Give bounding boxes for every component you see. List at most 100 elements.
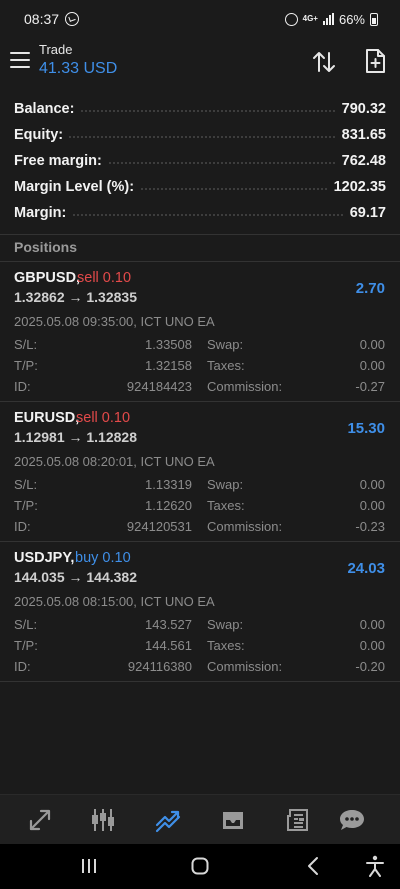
id-label: ID: — [14, 519, 31, 534]
summary-balance: Balance: 790.32 — [0, 96, 400, 122]
position-row[interactable]: USDJPY, buy 0.10 144.035 → 144.382 24.03… — [0, 542, 400, 682]
position-profit: 2.70 — [355, 280, 385, 297]
summary-label: Margin: — [14, 205, 73, 221]
home-button[interactable] — [186, 854, 214, 878]
id-label: ID: — [14, 659, 31, 674]
back-button[interactable] — [299, 854, 327, 878]
status-bar: 08:37 4G+ 66% — [0, 0, 400, 38]
new-order-icon[interactable] — [364, 48, 386, 74]
swap-value: 0.00 — [359, 477, 385, 492]
sl-value: 143.527 — [145, 617, 192, 632]
summary-value: 831.65 — [335, 127, 386, 143]
position-prices: 144.035 → 144.382 — [14, 569, 137, 585]
header-profit: 41.33 USD — [39, 60, 118, 77]
swap-value: 0.00 — [359, 337, 385, 352]
recents-icon — [82, 859, 96, 873]
swap-label: Swap: — [207, 337, 244, 352]
commission-value: -0.20 — [355, 659, 385, 674]
position-meta: 2025.05.08 09:35:00, ICT UNO EA — [14, 314, 215, 329]
position-meta: 2025.05.08 08:15:00, ICT UNO EA — [14, 594, 215, 609]
summary-label: Equity: — [14, 127, 70, 143]
home-icon — [191, 857, 209, 875]
nav-history[interactable] — [218, 805, 248, 835]
position-side: buy 0.10 — [75, 550, 131, 566]
tp-value: 1.12620 — [145, 498, 192, 513]
taxes-value: 0.00 — [359, 498, 385, 513]
summary-margin-level: Margin Level (%): 1202.35 — [0, 174, 400, 200]
sl-label: S/L: — [14, 477, 38, 492]
accessibility-icon — [366, 855, 384, 877]
status-time: 08:37 — [24, 11, 60, 27]
network-badge: 4G+ — [302, 14, 318, 23]
nav-chat[interactable] — [337, 805, 367, 835]
bottom-nav — [0, 794, 400, 844]
commission-value: -0.27 — [355, 379, 385, 394]
app-header: Trade 41.33 USD — [0, 38, 400, 88]
divider — [0, 234, 400, 235]
signal-icon — [322, 13, 334, 25]
account-summary: Balance: 790.32 Equity: 831.65 Free marg… — [0, 96, 400, 226]
positions-title: Positions — [14, 239, 78, 255]
position-side: sell 0.10 — [77, 270, 132, 286]
swap-label: Swap: — [207, 617, 244, 632]
recents-button[interactable] — [75, 854, 103, 878]
battery-percent: 66% — [338, 11, 365, 27]
system-nav — [0, 844, 400, 889]
swap-label: Swap: — [207, 477, 244, 492]
back-icon — [308, 857, 318, 875]
position-symbol: USDJPY, — [14, 550, 75, 566]
position-profit: 15.30 — [347, 420, 385, 437]
summary-label: Balance: — [14, 101, 81, 117]
position-prices: 1.12981 → 1.12828 — [14, 429, 137, 445]
tp-value: 144.561 — [145, 638, 192, 653]
id-value: 924120531 — [126, 519, 192, 534]
nav-chart[interactable] — [88, 805, 118, 835]
trade-icon — [155, 810, 181, 833]
position-symbol: GBPUSD, — [14, 270, 81, 286]
sort-icon[interactable] — [311, 50, 337, 74]
news-icon — [287, 809, 308, 831]
summary-value: 69.17 — [343, 205, 386, 221]
summary-label: Free margin: — [14, 153, 108, 169]
position-symbol: EURUSD, — [14, 410, 80, 426]
nav-trade[interactable] — [153, 805, 183, 835]
commission-value: -0.23 — [355, 519, 385, 534]
tp-label: T/P: — [14, 498, 38, 513]
position-row[interactable]: GBPUSD, sell 0.10 1.32862 → 1.32835 2.70… — [0, 262, 400, 402]
position-details: S/L: 1.13319 Swap: 0.00 T/P: 1.12620 Tax… — [0, 475, 400, 538]
summary-free-margin: Free margin: 762.48 — [0, 148, 400, 174]
nav-quotes[interactable] — [25, 805, 55, 835]
menu-icon[interactable] — [10, 52, 30, 68]
swap-value: 0.00 — [359, 617, 385, 632]
commission-label: Commission: — [207, 379, 283, 394]
whatsapp-icon — [65, 12, 80, 26]
sl-value: 1.33508 — [145, 337, 192, 352]
summary-value: 1202.35 — [327, 179, 386, 195]
position-details: S/L: 1.33508 Swap: 0.00 T/P: 1.32158 Tax… — [0, 335, 400, 398]
header-title: Trade — [39, 42, 73, 57]
summary-label: Margin Level (%): — [14, 179, 141, 195]
tp-value: 1.32158 — [145, 358, 192, 373]
summary-equity: Equity: 831.65 — [0, 122, 400, 148]
tp-label: T/P: — [14, 638, 38, 653]
taxes-label: Taxes: — [207, 638, 245, 653]
sl-value: 1.13319 — [145, 477, 192, 492]
positions-list: GBPUSD, sell 0.10 1.32862 → 1.32835 2.70… — [0, 262, 400, 682]
quotes-icon — [29, 809, 51, 831]
summary-value: 762.48 — [335, 153, 386, 169]
taxes-label: Taxes: — [207, 358, 245, 373]
alarm-icon — [284, 12, 298, 26]
tp-label: T/P: — [14, 358, 38, 373]
position-details: S/L: 143.527 Swap: 0.00 T/P: 144.561 Tax… — [0, 615, 400, 678]
position-row[interactable]: EURUSD, sell 0.10 1.12981 → 1.12828 15.3… — [0, 402, 400, 542]
position-prices: 1.32862 → 1.32835 — [14, 289, 137, 305]
accessibility-button[interactable] — [361, 854, 389, 878]
nav-news[interactable] — [282, 805, 312, 835]
taxes-value: 0.00 — [359, 638, 385, 653]
sl-label: S/L: — [14, 337, 38, 352]
summary-value: 790.32 — [335, 101, 386, 117]
id-label: ID: — [14, 379, 31, 394]
taxes-value: 0.00 — [359, 358, 385, 373]
commission-label: Commission: — [207, 659, 283, 674]
battery-icon — [370, 12, 378, 26]
